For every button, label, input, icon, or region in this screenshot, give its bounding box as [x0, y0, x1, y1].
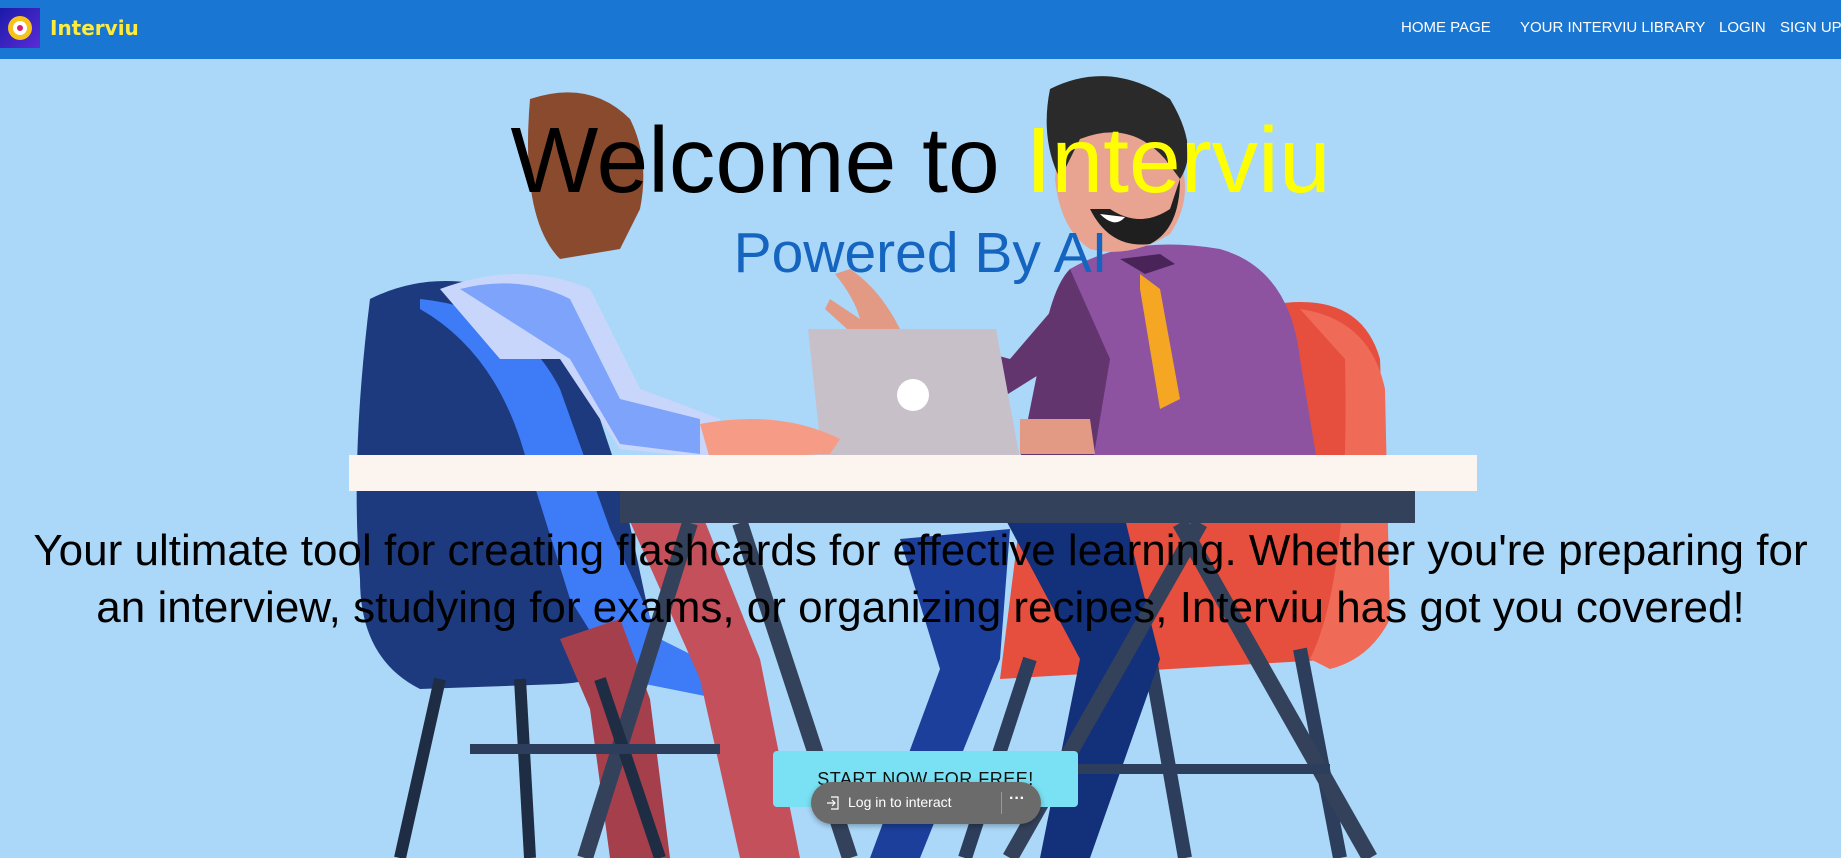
- nav-interviu-library[interactable]: YOUR INTERVIU LIBRARY: [1520, 19, 1705, 36]
- nav-sign-up[interactable]: SIGN UP: [1780, 19, 1841, 36]
- nav-login[interactable]: LOGIN: [1719, 19, 1766, 36]
- hero-title: Welcome to Interviu: [0, 110, 1841, 210]
- hero-description: Your ultimate tool for creating flashcar…: [33, 526, 1808, 632]
- hero-title-prefix: Welcome to: [510, 108, 1026, 212]
- nav-home-page[interactable]: HOME PAGE: [1401, 19, 1491, 36]
- more-options-icon[interactable]: ···: [1009, 790, 1025, 808]
- login-to-interact-label[interactable]: Log in to interact: [848, 794, 952, 810]
- overlay-divider: [1001, 792, 1002, 814]
- nav-links: HOME PAGE YOUR INTERVIU LIBRARY LOGIN SI…: [0, 19, 1841, 39]
- hero-title-highlight: Interviu: [1025, 108, 1331, 212]
- hero-subtitle: Powered By AI: [733, 221, 1108, 285]
- login-icon: [827, 796, 839, 810]
- top-navbar: Interviu HOME PAGE YOUR INTERVIU LIBRARY…: [0, 0, 1841, 59]
- login-overlay-pill[interactable]: Log in to interact ···: [811, 782, 1041, 824]
